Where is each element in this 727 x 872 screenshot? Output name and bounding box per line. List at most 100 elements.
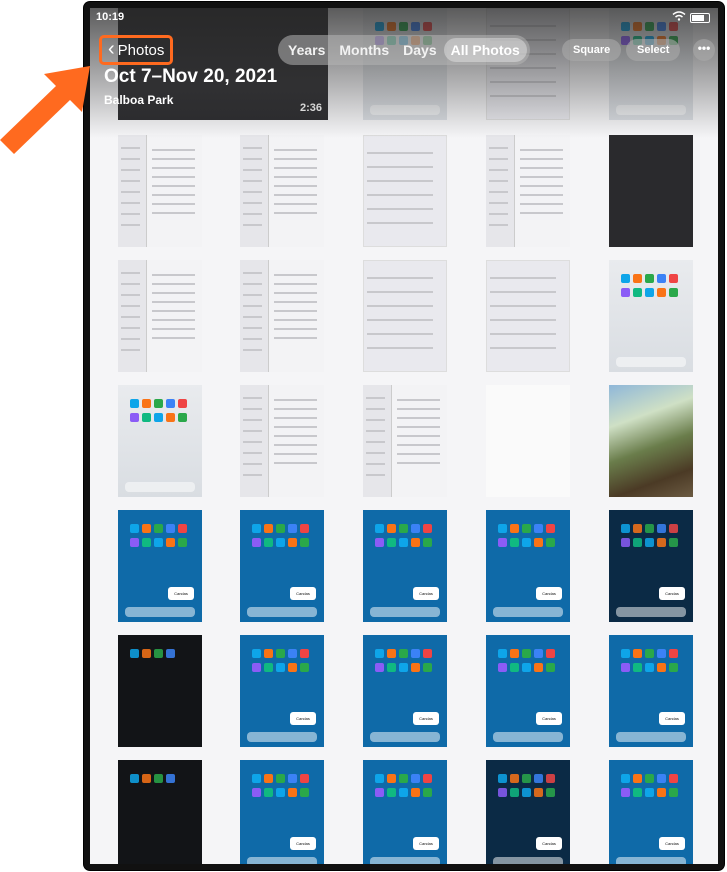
tab-all-photos[interactable]: All Photos: [443, 38, 527, 62]
screenshot-thumbnail[interactable]: Candas: [609, 635, 693, 747]
settings-row: [121, 147, 140, 149]
content-line: [367, 305, 433, 307]
app-icon: [252, 663, 261, 672]
settings-row: [121, 327, 140, 329]
chat-bubble: Candas: [290, 837, 316, 850]
chat-bubble: Candas: [413, 587, 439, 600]
content-line: [367, 166, 433, 168]
screenshot-thumbnail[interactable]: Candas: [363, 635, 447, 747]
settings-row: [151, 194, 196, 196]
app-icon: [633, 288, 642, 297]
app-icon-row: [130, 413, 187, 422]
screenshot-thumbnail[interactable]: [240, 260, 324, 372]
tab-years[interactable]: Years: [281, 38, 332, 62]
screenshot-thumbnail[interactable]: [609, 135, 693, 247]
screenshot-thumbnail[interactable]: Candas: [363, 510, 447, 622]
app-icon: [669, 663, 678, 672]
content-line: [367, 319, 433, 321]
settings-row: [121, 180, 140, 182]
settings-row: [273, 399, 318, 401]
settings-row: [519, 149, 564, 151]
app-icon: [264, 649, 273, 658]
app-icon: [387, 649, 396, 658]
screenshot-thumbnail[interactable]: Candas: [609, 760, 693, 864]
screenshot-thumbnail[interactable]: Candas: [240, 635, 324, 747]
app-icon: [142, 399, 151, 408]
screenshot-thumbnail[interactable]: [609, 260, 693, 372]
app-icon: [534, 663, 543, 672]
tab-days[interactable]: Days: [396, 38, 443, 62]
screenshot-thumbnail[interactable]: [486, 135, 570, 247]
settings-row: [519, 167, 564, 169]
screenshot-thumbnail[interactable]: [240, 385, 324, 497]
screenshot-thumbnail[interactable]: Candas: [486, 760, 570, 864]
tab-months[interactable]: Months: [332, 38, 396, 62]
ipad-frame: 2:36CandasCandasCandasCandasCandasCandas…: [84, 2, 724, 870]
settings-row: [273, 203, 318, 205]
app-icon: [411, 788, 420, 797]
app-icon: [657, 274, 666, 283]
screenshot-thumbnail[interactable]: Candas: [118, 510, 202, 622]
app-icon-row: [252, 788, 309, 797]
screenshot-thumbnail[interactable]: Candas: [609, 510, 693, 622]
dock: [615, 357, 687, 367]
app-icon-row: [498, 788, 555, 797]
app-icon: [252, 538, 261, 547]
screenshot-thumbnail[interactable]: [363, 135, 447, 247]
settings-row: [273, 426, 318, 428]
app-icon: [166, 399, 175, 408]
app-icon: [621, 288, 630, 297]
settings-row: [273, 167, 318, 169]
app-icon: [399, 663, 408, 672]
screenshot-thumbnail[interactable]: [240, 135, 324, 247]
app-icon: [423, 774, 432, 783]
screenshot-thumbnail[interactable]: Candas: [240, 510, 324, 622]
screenshot-thumbnail[interactable]: [486, 385, 570, 497]
ellipsis-icon[interactable]: •••: [693, 39, 715, 61]
select-button[interactable]: Select: [626, 39, 681, 61]
settings-row: [243, 397, 262, 399]
screenshot-thumbnail[interactable]: Candas: [486, 510, 570, 622]
content-line: [367, 222, 433, 224]
screenshot-thumbnail[interactable]: [118, 260, 202, 372]
screenshot-thumbnail[interactable]: Candas: [240, 760, 324, 864]
app-icon: [645, 274, 654, 283]
screenshot-thumbnail[interactable]: [363, 385, 447, 497]
screenshot-thumbnail[interactable]: [118, 385, 202, 497]
app-icon: [375, 663, 384, 672]
screenshot-thumbnail[interactable]: [118, 760, 202, 864]
app-icon: [276, 774, 285, 783]
settings-row: [396, 408, 441, 410]
content-line: [367, 180, 433, 182]
settings-row: [243, 294, 262, 296]
chat-bubble: Candas: [168, 587, 194, 600]
screenshot-thumbnail[interactable]: Candas: [486, 635, 570, 747]
app-icon: [154, 538, 163, 547]
screenshot-thumbnail[interactable]: [486, 260, 570, 372]
content-line: [490, 319, 556, 321]
app-icon: [534, 649, 543, 658]
app-icon: [252, 524, 261, 533]
screenshot-thumbnail[interactable]: Candas: [363, 760, 447, 864]
settings-row: [519, 203, 564, 205]
app-icon-row: [621, 788, 678, 797]
back-to-photos-button[interactable]: ‹ Photos: [99, 35, 174, 65]
screenshot-thumbnail[interactable]: [363, 260, 447, 372]
app-icon: [411, 663, 420, 672]
settings-row: [243, 452, 262, 454]
settings-row: [151, 301, 196, 303]
app-icon: [669, 774, 678, 783]
dock: [492, 607, 564, 617]
app-icon: [130, 774, 139, 783]
app-icon: [130, 399, 139, 408]
dock: [246, 857, 318, 864]
photo-thumbnail[interactable]: [609, 385, 693, 497]
screenshot-thumbnail[interactable]: [118, 135, 202, 247]
settings-row: [489, 180, 508, 182]
content-line: [367, 333, 433, 335]
app-icon-row: [375, 663, 432, 672]
square-button[interactable]: Square: [562, 39, 622, 61]
screenshot-thumbnail[interactable]: [118, 635, 202, 747]
battery-icon: [690, 12, 710, 23]
settings-row: [151, 319, 196, 321]
